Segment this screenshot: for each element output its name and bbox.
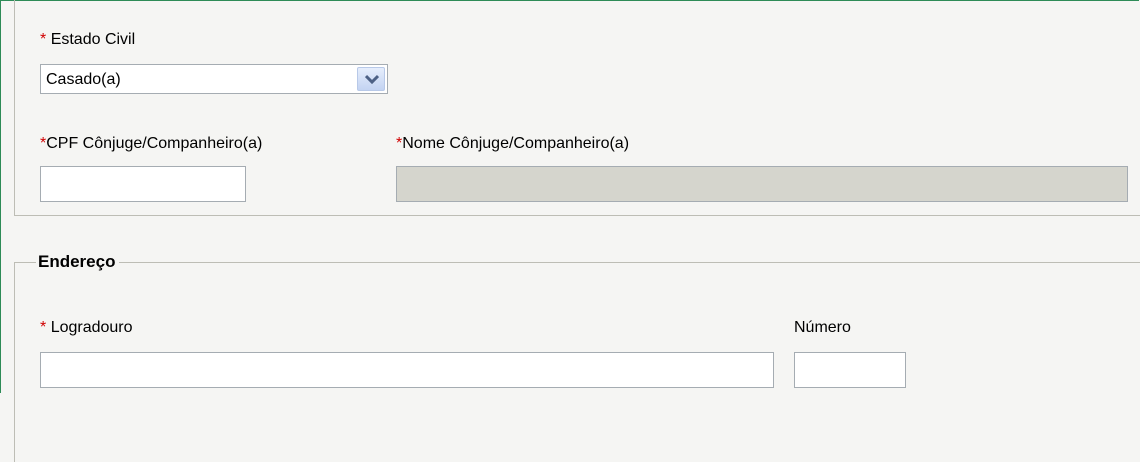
spouse-cpf-label: *CPF Cônjuge/Companheiro(a) bbox=[40, 134, 262, 154]
marital-status-selected-value: Casado(a) bbox=[46, 71, 121, 88]
street-label: * Logradouro bbox=[40, 318, 133, 338]
marital-status-select[interactable]: Casado(a) bbox=[40, 64, 388, 94]
chevron-down-icon bbox=[365, 74, 379, 85]
address-legend: Endereço bbox=[36, 250, 120, 274]
spouse-name-label: *Nome Cônjuge/Companheiro(a) bbox=[396, 134, 629, 154]
spouse-name-input bbox=[396, 166, 1128, 202]
street-label-text: Logradouro bbox=[50, 319, 133, 336]
required-marker: * bbox=[40, 31, 47, 48]
number-input[interactable] bbox=[794, 352, 906, 388]
marital-status-label: * Estado Civil bbox=[40, 30, 135, 50]
dropdown-button[interactable] bbox=[357, 67, 385, 91]
marital-status-label-text: Estado Civil bbox=[50, 31, 136, 48]
street-input[interactable] bbox=[40, 352, 774, 388]
spouse-name-label-text: Nome Cônjuge/Companheiro(a) bbox=[402, 135, 630, 152]
spouse-cpf-label-text: CPF Cônjuge/Companheiro(a) bbox=[46, 135, 263, 152]
number-label: Número bbox=[794, 319, 851, 336]
required-marker: * bbox=[40, 319, 47, 336]
spouse-cpf-input[interactable] bbox=[40, 166, 246, 202]
